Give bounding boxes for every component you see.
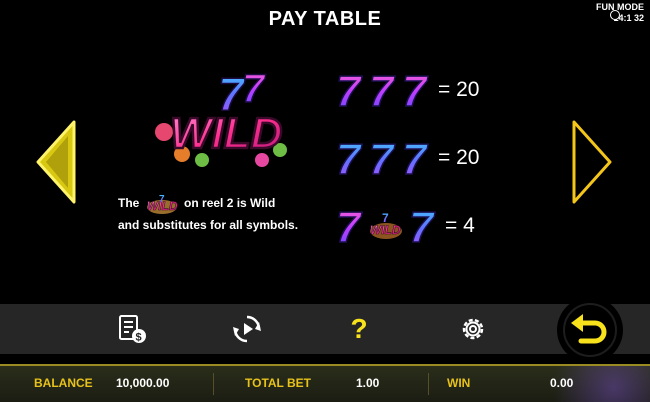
help-icon: ?: [350, 313, 368, 344]
status-bar: BALANCE 10,000.00 TOTAL BET 1.00 WIN 0.0…: [0, 364, 650, 402]
wild-description: The WILD 7 on reel 2 is Wild and substit…: [118, 193, 348, 235]
help-button[interactable]: ?: [343, 313, 375, 345]
symbol-combo: 7 7 WILD 7: [335, 204, 437, 248]
cursor-icon: [610, 10, 620, 20]
win-label: WIN: [447, 376, 471, 390]
clock: 14:1 32: [613, 13, 644, 23]
total-bet-value: 1.00: [356, 376, 380, 390]
svg-text:7: 7: [369, 68, 396, 112]
back-button[interactable]: [557, 297, 623, 363]
svg-text:7: 7: [159, 194, 165, 205]
prev-page-arrow-icon[interactable]: [34, 118, 78, 206]
svg-text:7: 7: [336, 68, 363, 112]
mode-label: FUN MODE: [596, 2, 644, 12]
blue-seven-icon: 7: [401, 136, 430, 180]
desc-line2: and substitutes for all symbols.: [118, 218, 299, 232]
svg-text:7: 7: [409, 204, 436, 248]
svg-text:7: 7: [402, 68, 429, 112]
svg-text:7: 7: [336, 136, 363, 180]
svg-text:7: 7: [336, 204, 363, 248]
total-bet-label: TOTAL BET: [245, 376, 311, 390]
payout-value: = 20: [438, 78, 480, 101]
toolbar: $ ?: [0, 304, 650, 354]
balance-value: 10,000.00: [116, 376, 170, 390]
pink-seven-icon: 7: [368, 68, 397, 112]
symbol-combo: 7 7 7: [335, 68, 430, 112]
paytable-icon[interactable]: $: [116, 313, 148, 345]
svg-text:7: 7: [369, 136, 396, 180]
wild-logo-text: WILD: [170, 109, 282, 158]
svg-text:WILD: WILD: [370, 223, 401, 237]
pink-seven-icon: 7: [335, 68, 364, 112]
balance-label: BALANCE: [34, 376, 93, 390]
divider: [428, 373, 429, 395]
symbol-combo: 7 7 7: [335, 136, 430, 180]
autoplay-icon[interactable]: [231, 313, 263, 345]
background-glow: [530, 366, 650, 402]
win-value: 0.00: [550, 376, 574, 390]
svg-text:7: 7: [242, 67, 266, 111]
settings-icon[interactable]: [457, 313, 489, 345]
blue-seven-icon: 7: [335, 136, 364, 180]
payout-value: = 20: [438, 146, 480, 169]
svg-text:$: $: [136, 332, 142, 344]
pink-seven-icon: 7: [335, 204, 364, 248]
paytable-row: 7 7 WILD 7 = 4: [335, 204, 475, 248]
paytable-row: 7 7 7 = 20: [335, 68, 479, 112]
divider: [213, 373, 214, 395]
svg-text:7: 7: [402, 136, 429, 180]
mini-wild-icon: WILD 7: [146, 194, 178, 214]
pink-seven-icon: 7: [401, 68, 430, 112]
desc-the: The: [118, 196, 140, 211]
blue-seven-icon: 7: [368, 136, 397, 180]
next-page-arrow-icon[interactable]: [570, 118, 614, 206]
wild-symbol-icon: 7 7 WILD: [155, 66, 287, 167]
back-icon: [563, 303, 617, 357]
paytable-row: 7 7 7 = 20: [335, 136, 479, 180]
blue-seven-icon: 7: [408, 204, 437, 248]
payout-value: = 4: [445, 214, 475, 237]
desc-line1-rest: on reel 2 is Wild: [184, 196, 276, 211]
wild-symbol-small-icon: 7 WILD: [370, 211, 402, 239]
mode-indicator: FUN MODE 14:1 32: [596, 2, 644, 24]
page-title: PAY TABLE: [268, 8, 382, 30]
